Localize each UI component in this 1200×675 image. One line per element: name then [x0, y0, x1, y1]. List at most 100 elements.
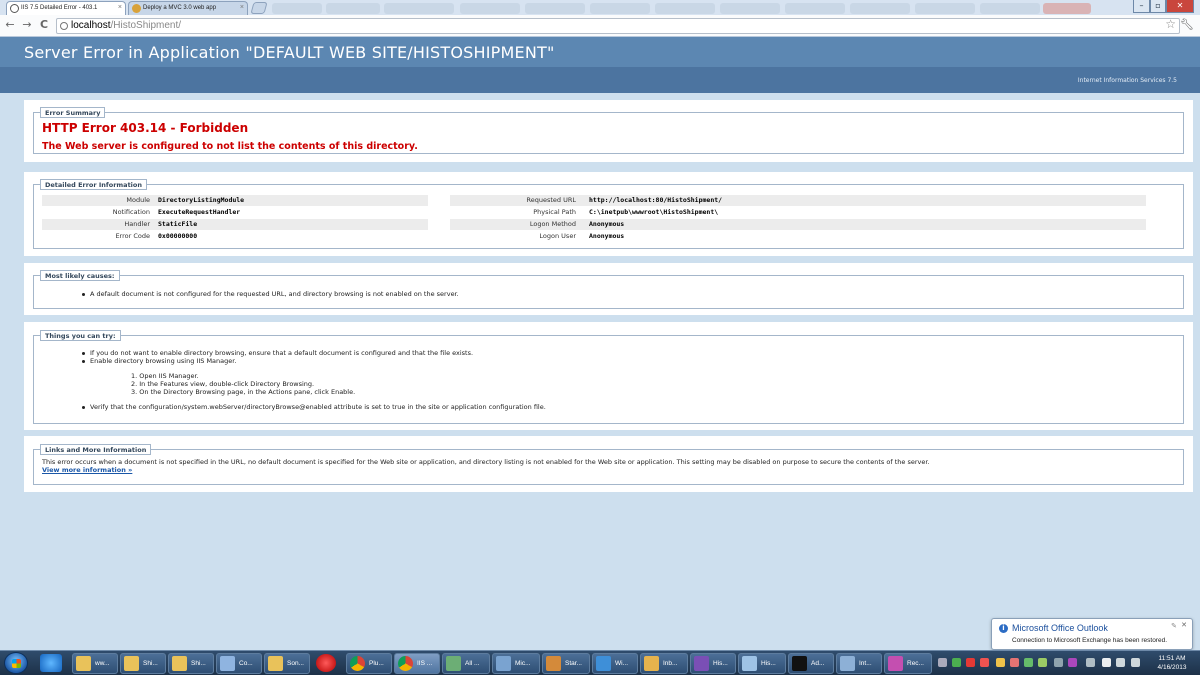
taskbar-item[interactable]: Int...	[836, 653, 882, 674]
background-tab[interactable]	[655, 3, 715, 14]
wrench-menu-icon[interactable]: 🔧︎	[1180, 18, 1194, 31]
taskbar-item[interactable]: Wi...	[592, 653, 638, 674]
taskbar-item[interactable]: Star...	[542, 653, 590, 674]
taskbar-item[interactable]: All ...	[442, 653, 490, 674]
opera-icon[interactable]	[316, 654, 336, 672]
close-notification-icon[interactable]: ✕	[1181, 621, 1187, 629]
tray-icon[interactable]	[996, 658, 1005, 667]
taskbar-item-label: Mic...	[515, 660, 531, 667]
tray-icon[interactable]	[1054, 658, 1063, 667]
background-tab[interactable]	[850, 3, 910, 14]
notification-title: Microsoft Office Outlook	[1012, 623, 1108, 633]
error-summary-panel: Error Summary HTTP Error 403.14 - Forbid…	[24, 100, 1193, 162]
background-tab[interactable]	[525, 3, 585, 14]
background-tab[interactable]	[785, 3, 845, 14]
flag-icon[interactable]	[1102, 658, 1111, 667]
taskbar-item[interactable]: ww...	[72, 653, 118, 674]
taskbar-item[interactable]: Mic...	[492, 653, 540, 674]
taskbar-item[interactable]: His...	[738, 653, 786, 674]
tray-icon[interactable]	[1024, 658, 1033, 667]
taskbar-item-label: Rec...	[907, 660, 924, 667]
tray-icon[interactable]	[952, 658, 961, 667]
address-host: localhost	[71, 20, 111, 31]
tray-icon[interactable]	[980, 658, 989, 667]
detail-value: C:\inetpub\wwwroot\HistoShipment\	[589, 208, 719, 216]
volume-icon[interactable]	[1131, 658, 1140, 667]
pin-icon[interactable]: ✎	[1171, 622, 1177, 630]
taskbar-item[interactable]: Co...	[216, 653, 262, 674]
clock-time: 11:51 AM	[1158, 655, 1186, 662]
cause-text: A default document is not configured for…	[90, 290, 459, 298]
notification-message: Connection to Microsoft Exchange has bee…	[1012, 637, 1168, 644]
taskbar-item[interactable]: Rec...	[884, 653, 932, 674]
taskbar-item-label: Star...	[565, 660, 582, 667]
minimize-button[interactable]: –	[1133, 0, 1150, 13]
try-text: Verify that the configuration/system.web…	[90, 403, 546, 411]
maximize-button[interactable]: ▫	[1150, 0, 1166, 13]
tab-iis-error[interactable]: IIS 7.5 Detailed Error - 403.1 ×	[6, 1, 126, 15]
back-button[interactable]: ←	[3, 18, 17, 31]
taskbar-item[interactable]: Plu...	[346, 653, 392, 674]
try-text: If you do not want to enable directory b…	[90, 349, 474, 357]
folder-icon	[268, 656, 283, 671]
tray-icon[interactable]	[1038, 658, 1047, 667]
tray-icon[interactable]	[966, 658, 975, 667]
detail-row: Notification ExecuteRequestHandler	[42, 207, 428, 218]
taskbar-item[interactable]: Son...	[264, 653, 310, 674]
taskbar-item-label: IIS ...	[417, 660, 433, 667]
tab-deploy-mvc[interactable]: Deploy a MVC 3.0 web app ×	[128, 1, 248, 15]
tray-icon[interactable]	[1068, 658, 1077, 667]
visual-studio-icon	[694, 656, 709, 671]
bullet-icon	[82, 405, 85, 409]
network-icon[interactable]	[1116, 658, 1125, 667]
background-tab[interactable]	[384, 3, 454, 14]
try-text: Enable directory browsing using IIS Mana…	[90, 357, 237, 365]
tray-icon[interactable]	[1010, 658, 1019, 667]
taskbar-item[interactable]: Ad...	[788, 653, 834, 674]
background-tab[interactable]	[1043, 3, 1091, 14]
app-icon	[888, 656, 903, 671]
background-tab[interactable]	[915, 3, 975, 14]
page-header: Server Error in Application "DEFAULT WEB…	[0, 37, 1200, 67]
taskbar-item[interactable]: Inb...	[640, 653, 688, 674]
address-path: /HistoShipment/	[110, 20, 182, 31]
forward-button[interactable]: →	[20, 18, 34, 31]
tray-icon[interactable]	[938, 658, 947, 667]
detail-row: Logon Method Anonymous	[450, 219, 1146, 230]
reload-button[interactable]: C	[37, 18, 51, 31]
internet-explorer-icon[interactable]	[40, 654, 62, 672]
info-icon: i	[999, 624, 1008, 633]
taskbar-item[interactable]: Shi...	[120, 653, 166, 674]
links-panel: Links and More Information This error oc…	[24, 436, 1193, 492]
links-legend: Links and More Information	[40, 444, 152, 455]
outlook-notification[interactable]: i Microsoft Office Outlook Connection to…	[991, 618, 1193, 650]
app-icon	[840, 656, 855, 671]
close-window-button[interactable]: ✕	[1166, 0, 1194, 13]
taskbar-item[interactable]: His...	[690, 653, 736, 674]
system-clock[interactable]: 11:51 AM 4/16/2013	[1150, 654, 1194, 672]
new-tab-button[interactable]	[250, 2, 268, 14]
background-tab[interactable]	[326, 3, 380, 14]
bullet-icon	[82, 359, 85, 363]
chrome-icon	[398, 656, 413, 671]
taskbar-item-label: Int...	[859, 660, 872, 667]
detail-row: Module DirectoryListingModule	[42, 195, 428, 206]
background-tab[interactable]	[272, 3, 322, 14]
causes-panel: Most likely causes: A default document i…	[24, 263, 1193, 315]
bookmark-star-icon[interactable]: ☆	[1165, 17, 1176, 31]
start-button[interactable]	[4, 652, 28, 674]
taskbar-item-label: Son...	[287, 660, 304, 667]
background-tab[interactable]	[460, 3, 520, 14]
address-bar[interactable]: localhost/HistoShipment/	[56, 18, 1180, 34]
background-tab[interactable]	[590, 3, 650, 14]
view-more-link[interactable]: View more information »	[42, 466, 132, 474]
folder-icon	[172, 656, 187, 671]
close-tab-icon[interactable]: ×	[240, 2, 244, 14]
detail-label: Handler	[124, 220, 150, 228]
background-tab[interactable]	[720, 3, 780, 14]
taskbar-item[interactable]: Shi...	[168, 653, 214, 674]
tray-icon[interactable]	[1086, 658, 1095, 667]
taskbar-item[interactable]: IIS ...	[394, 653, 440, 674]
background-tab[interactable]	[980, 3, 1040, 14]
close-tab-icon[interactable]: ×	[118, 2, 122, 14]
